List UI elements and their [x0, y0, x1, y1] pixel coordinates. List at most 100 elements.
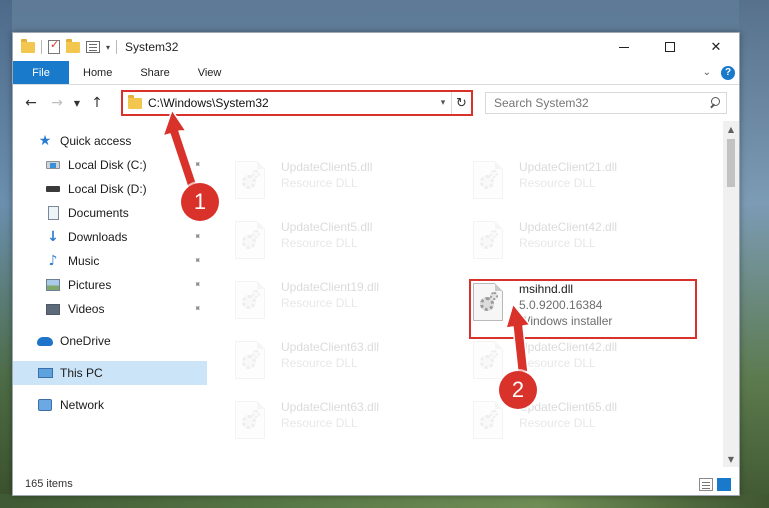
customize-list-icon[interactable] — [86, 41, 100, 53]
address-dropdown-icon[interactable]: ▾ — [435, 98, 451, 108]
sidebar-item-this-pc[interactable]: This PC — [13, 361, 207, 385]
file-item[interactable]: UpdateClient65.dll Resource DLL — [473, 397, 683, 453]
details-view-icon[interactable] — [699, 477, 713, 491]
sidebar-item-downloads[interactable]: ↓ Downloads ✦ — [13, 225, 207, 249]
toolbar-divider — [41, 40, 42, 54]
expand-ribbon-chevron-icon[interactable]: ⌄ — [703, 67, 711, 78]
file-item[interactable]: UpdateClient63.dll Resource DLL — [235, 397, 445, 453]
qat-dropdown-icon[interactable]: ▾ — [106, 43, 110, 52]
sidebar-item-documents[interactable]: Documents ✦ — [13, 201, 207, 225]
item-count: 165 items — [25, 478, 73, 490]
desktop-background-right — [739, 0, 769, 508]
scroll-down-icon[interactable]: ▼ — [723, 451, 739, 467]
properties-check-icon[interactable] — [48, 38, 60, 54]
new-folder-icon[interactable] — [66, 38, 80, 53]
file-type: Resource DLL — [281, 176, 358, 190]
back-arrow-icon[interactable]: ← — [21, 95, 41, 111]
navigation-bar: ← → ▼ ↑ C:\Windows\System32 ▾ ↻ — [13, 86, 739, 120]
sidebar-item-label: Local Disk (C:) — [68, 158, 147, 172]
recent-locations-chevron-icon[interactable]: ▼ — [71, 99, 83, 108]
sidebar-item-label: Documents — [68, 206, 129, 220]
tiles-view-icon[interactable] — [717, 477, 731, 491]
dll-file-icon — [235, 221, 267, 261]
search-input[interactable] — [486, 96, 706, 110]
sidebar-item-network[interactable]: Network — [13, 393, 207, 417]
file-item[interactable]: UpdateClient19.dll Resource DLL — [235, 277, 445, 333]
view-switcher — [699, 477, 739, 491]
minimize-button[interactable] — [601, 33, 647, 61]
pin-icon[interactable]: ✦ — [191, 159, 203, 171]
scrollbar-thumb[interactable] — [727, 139, 735, 187]
ribbon-tabs: File Home Share View ⌄ ? — [13, 61, 739, 85]
refresh-button[interactable]: ↻ — [451, 92, 471, 114]
help-icon[interactable]: ? — [721, 65, 735, 80]
refresh-icon: ↻ — [456, 95, 467, 111]
file-item[interactable]: UpdateClient42.dll Resource DLL — [473, 217, 683, 273]
desktop-background-left — [0, 0, 12, 508]
star-icon: ★ — [38, 133, 52, 149]
file-type: Resource DLL — [281, 416, 358, 430]
maximize-button[interactable] — [647, 33, 693, 61]
file-type: Resource DLL — [519, 356, 596, 370]
tab-file[interactable]: File — [13, 61, 69, 84]
pin-icon[interactable]: ✦ — [191, 255, 203, 267]
quick-access-toolbar: ▾ — [13, 33, 118, 61]
sidebar-item-local-disk-c[interactable]: Local Disk (C:) ✦ — [13, 153, 207, 177]
pin-icon[interactable]: ✦ — [191, 231, 203, 243]
title-bar: ▾ System32 ✕ — [13, 33, 739, 61]
file-name: UpdateClient5.dll — [281, 220, 373, 234]
file-list: UpdateClient5.dll Resource DLL UpdateClie… — [209, 121, 723, 467]
tab-share[interactable]: Share — [126, 61, 183, 84]
sidebar-item-local-disk-d[interactable]: Local Disk (D:) — [13, 177, 207, 201]
sidebar-item-label: Downloads — [68, 230, 128, 244]
tab-home[interactable]: Home — [69, 61, 126, 84]
file-item[interactable]: UpdateClient21.dll Resource DLL — [473, 157, 683, 213]
ribbon-right-controls: ⌄ ? — [703, 61, 739, 84]
toolbar-divider — [116, 40, 118, 54]
tab-view[interactable]: View — [184, 61, 236, 84]
pin-icon[interactable]: ✦ — [191, 279, 203, 291]
dll-file-icon — [473, 401, 505, 441]
file-type: Resource DLL — [281, 356, 358, 370]
address-path[interactable]: C:\Windows\System32 — [148, 96, 269, 110]
sidebar-item-music[interactable]: ♪ Music ✦ — [13, 249, 207, 273]
sidebar-item-quick-access[interactable]: ★ Quick access — [13, 129, 207, 153]
folder-icon — [21, 38, 35, 53]
close-icon: ✕ — [710, 39, 722, 55]
file-name: UpdateClient21.dll — [519, 160, 618, 174]
file-name: UpdateClient63.dll — [281, 400, 380, 414]
file-explorer-window: ▾ System32 ✕ File Home Share View ⌄ ? ← … — [12, 32, 740, 496]
sidebar-item-videos[interactable]: Videos ✦ — [13, 297, 207, 321]
dll-file-icon — [235, 341, 267, 381]
file-name: UpdateClient63.dll — [281, 340, 380, 354]
scroll-up-icon[interactable]: ▲ — [723, 121, 739, 137]
sidebar-item-label: Videos — [68, 302, 105, 316]
search-box[interactable] — [485, 92, 727, 114]
file-name: UpdateClient19.dll — [281, 280, 380, 294]
up-arrow-icon[interactable]: ↑ — [87, 95, 107, 111]
sidebar-item-pictures[interactable]: Pictures ✦ — [13, 273, 207, 297]
file-item[interactable]: UpdateClient63.dll Resource DLL — [235, 337, 445, 393]
vertical-scrollbar[interactable]: ▲ ▼ — [723, 121, 739, 467]
file-type: Resource DLL — [519, 236, 596, 250]
videos-icon — [45, 301, 61, 317]
address-folder-icon — [128, 94, 142, 109]
dll-file-icon — [235, 161, 267, 201]
dll-file-icon — [473, 221, 505, 261]
sidebar-item-label: Pictures — [68, 278, 112, 292]
file-item[interactable]: UpdateClient5.dll Resource DLL — [235, 217, 445, 273]
dll-file-icon — [235, 281, 267, 321]
step-1-badge: 1 — [181, 183, 219, 221]
search-icon[interactable] — [706, 93, 726, 113]
close-button[interactable]: ✕ — [693, 33, 739, 61]
forward-arrow-icon[interactable]: → — [47, 95, 67, 111]
address-bar[interactable]: C:\Windows\System32 ▾ ↻ — [121, 90, 473, 116]
music-icon: ♪ — [48, 253, 58, 269]
sidebar-item-label: Music — [68, 254, 100, 268]
sidebar-item-onedrive[interactable]: OneDrive — [13, 329, 207, 353]
pin-icon[interactable]: ✦ — [191, 303, 203, 315]
network-icon — [37, 397, 53, 413]
file-name: UpdateClient65.dll — [519, 400, 618, 414]
file-item[interactable]: UpdateClient5.dll Resource DLL — [235, 157, 445, 213]
sidebar-item-label: Network — [60, 398, 105, 412]
